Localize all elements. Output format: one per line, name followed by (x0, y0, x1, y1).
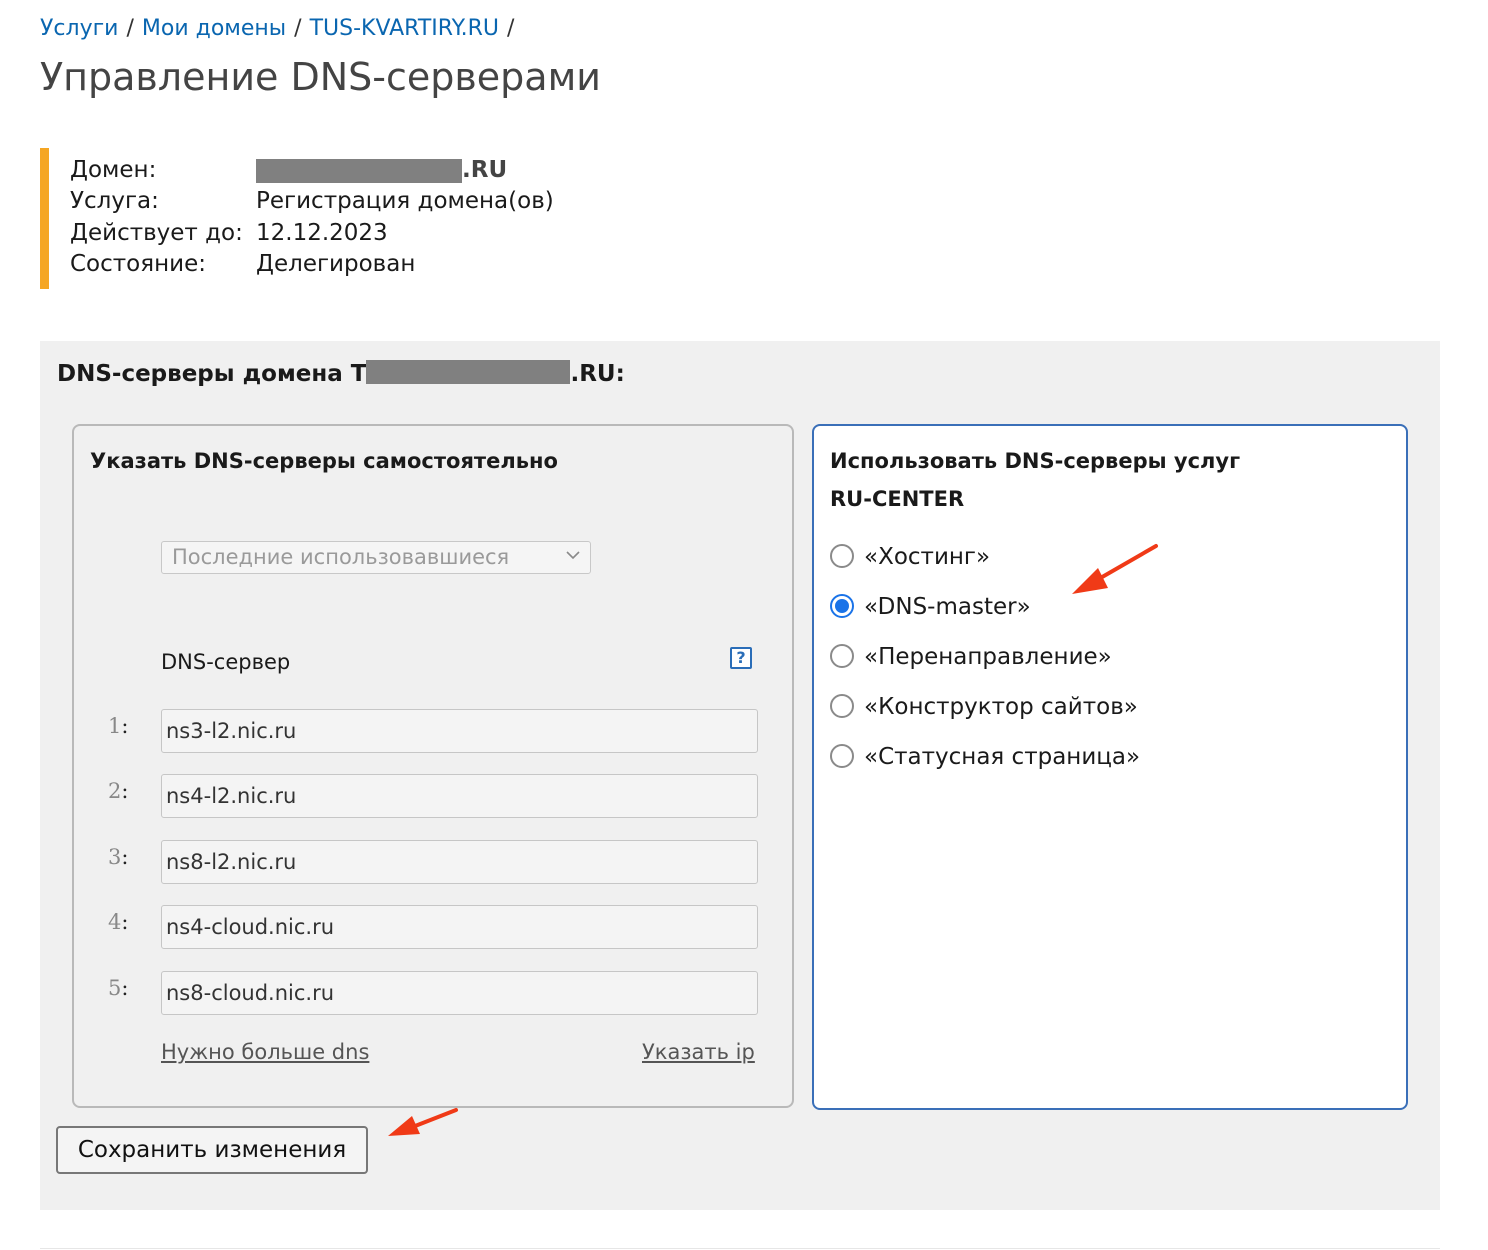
domain-info-block: Домен: .RU Услуга: Регистрация домена(ов) … (40, 148, 669, 289)
dns-server-label: DNS-сервер (161, 650, 291, 674)
radio-label: «Статусная страница» (864, 744, 1141, 770)
breadcrumb-separator: / (507, 16, 515, 41)
redacted-domain-name (256, 158, 462, 183)
breadcrumb: Услуги / Мои домены / TUS-KVARTIRY.RU / (40, 14, 522, 44)
radio-label: «Конструктор сайтов» (864, 694, 1138, 720)
radio-button[interactable] (830, 644, 854, 668)
annotation-arrow-icon (388, 1108, 458, 1136)
dns-panel-title-prefix: DNS-серверы домена T (57, 361, 367, 387)
breadcrumb-domain[interactable]: TUS-KVARTIRY.RU (310, 16, 499, 41)
dns-server-input-3[interactable]: ns8-l2.nic.ru (161, 840, 758, 884)
radio-option-status-page[interactable]: «Статусная страница» (830, 742, 1140, 772)
breadcrumb-separator: / (126, 16, 134, 41)
dns-server-input-5[interactable]: ns8-cloud.nic.ru (161, 971, 758, 1015)
info-row-valid-until: Действует до: 12.12.2023 (70, 218, 388, 249)
radio-button[interactable] (830, 694, 854, 718)
radio-label: «Перенаправление» (864, 644, 1112, 670)
manual-dns-title: Указать DNS-серверы самостоятельно (90, 449, 558, 473)
recent-dns-select-value: Последние использовавшиеся (172, 545, 510, 569)
recent-dns-select[interactable]: Последние использовавшиеся (161, 541, 591, 574)
page-title: Управление DNS-серверами (40, 55, 601, 99)
dns-row-number: 5: (108, 976, 129, 1000)
radio-option-dns-master[interactable]: «DNS-master» (830, 592, 1031, 622)
dns-server-input-2[interactable]: ns4-l2.nic.ru (161, 774, 758, 818)
service-label: Услуга: (70, 188, 159, 214)
state-label: Состояние: (70, 251, 206, 277)
state-value: Делегирован (256, 251, 416, 277)
valid-until-label: Действует до: (70, 220, 243, 246)
info-row-service: Услуга: Регистрация домена(ов) (70, 186, 554, 217)
radio-label: «Хостинг» (864, 544, 991, 570)
valid-until-value: 12.12.2023 (256, 220, 388, 246)
dns-server-input-4[interactable]: ns4-cloud.nic.ru (161, 905, 758, 949)
breadcrumb-my-domains[interactable]: Мои домены (142, 16, 286, 41)
dns-panel-title-suffix: .RU: (570, 361, 625, 387)
divider (40, 1248, 1440, 1249)
annotation-arrow-icon (1072, 544, 1158, 594)
breadcrumb-services[interactable]: Услуги (40, 16, 118, 41)
info-row-domain: Домен: .RU (70, 155, 507, 186)
radio-button-selected[interactable] (830, 594, 854, 618)
chevron-down-icon (566, 551, 580, 560)
radio-option-hosting[interactable]: «Хостинг» (830, 542, 990, 572)
radio-button[interactable] (830, 544, 854, 568)
radio-button[interactable] (830, 744, 854, 768)
dns-row-number: 1: (108, 714, 129, 738)
dns-panel-title: DNS-серверы домена T .RU: (57, 358, 625, 390)
radio-option-site-builder[interactable]: «Конструктор сайтов» (830, 692, 1138, 722)
service-value: Регистрация домена(ов) (256, 188, 554, 214)
radio-option-redirect[interactable]: «Перенаправление» (830, 642, 1112, 672)
dns-row-number: 4: (108, 910, 129, 934)
radio-label: «DNS-master» (864, 594, 1031, 620)
dns-row-number: 2: (108, 779, 129, 803)
specify-ip-link[interactable]: Указать ip (642, 1040, 755, 1064)
info-row-state: Состояние: Делегирован (70, 249, 415, 280)
dns-server-input-1[interactable]: ns3-l2.nic.ru (161, 709, 758, 753)
more-dns-link[interactable]: Нужно больше dns (161, 1040, 369, 1064)
breadcrumb-separator: / (294, 16, 302, 41)
dns-row-number: 3: (108, 845, 129, 869)
rucenter-title-line1: Использовать DNS-серверы услуг (830, 449, 1241, 473)
domain-label: Домен: (70, 157, 157, 183)
save-changes-button[interactable]: Сохранить изменения (56, 1126, 368, 1174)
redacted-domain-name (366, 360, 571, 384)
domain-suffix: .RU (462, 157, 508, 183)
help-icon[interactable]: ? (730, 647, 752, 669)
rucenter-title-line2: RU-CENTER (830, 487, 965, 511)
